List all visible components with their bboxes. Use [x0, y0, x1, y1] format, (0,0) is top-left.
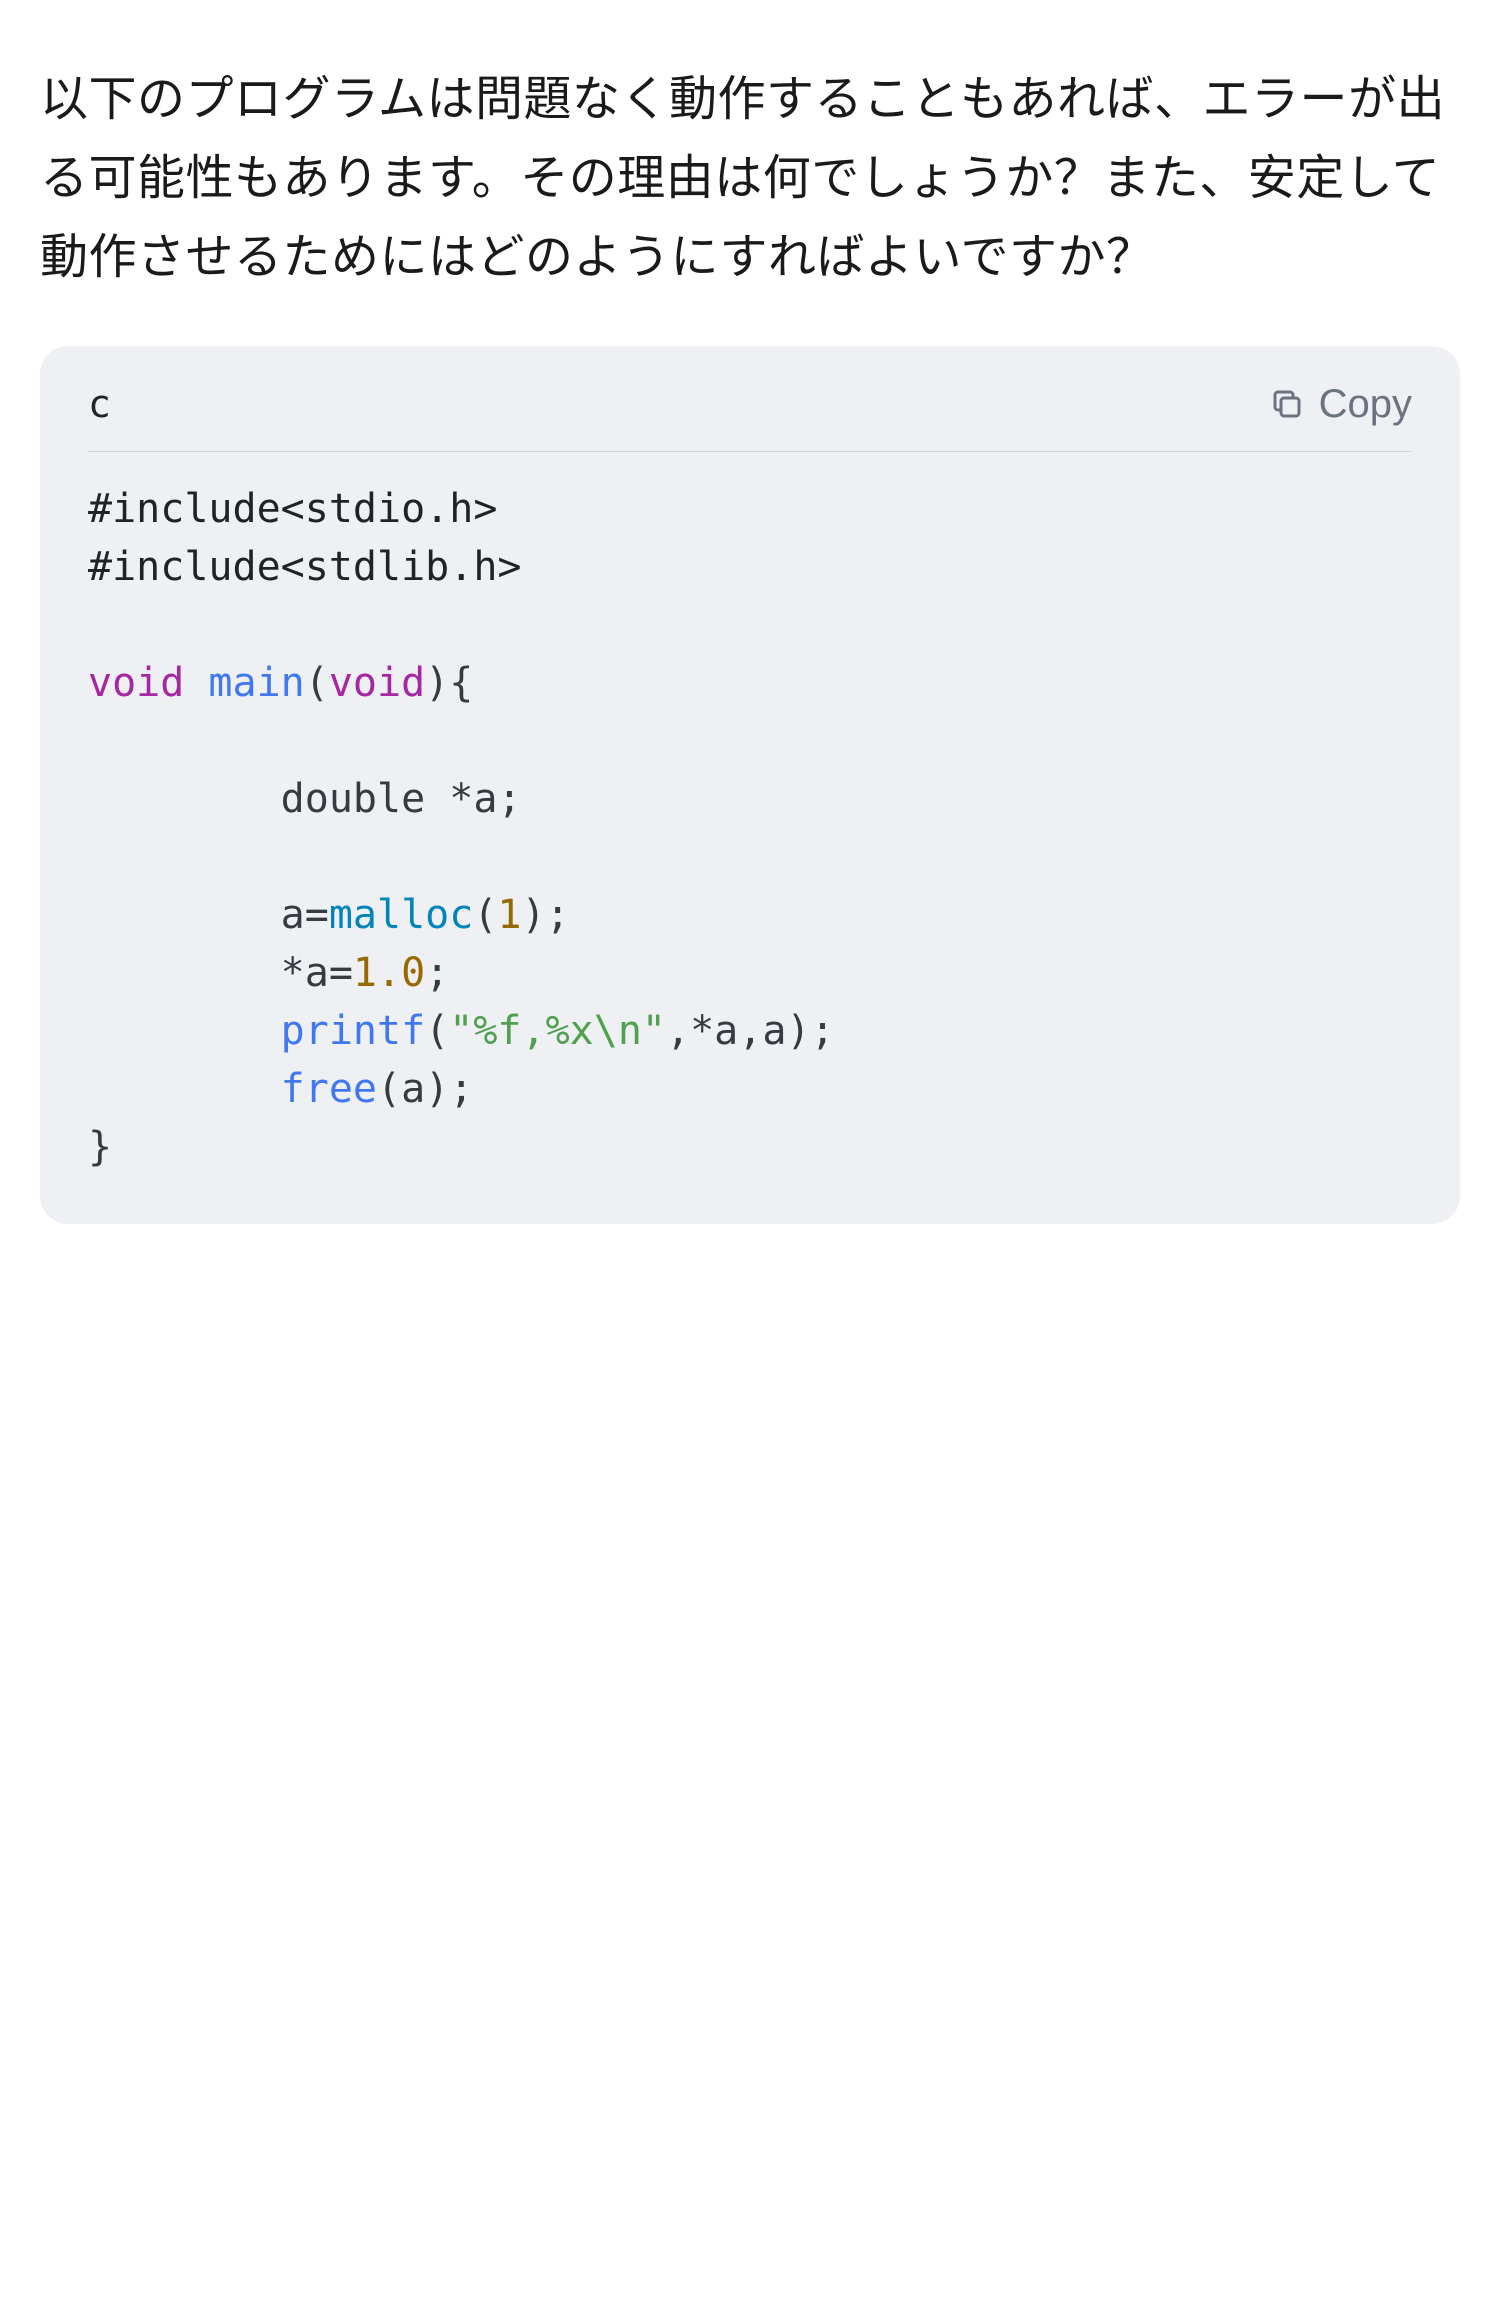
code-token: double *a; [88, 776, 521, 822]
code-token: 1.0 [353, 950, 425, 996]
code-token [88, 1008, 281, 1054]
copy-icon [1269, 386, 1305, 422]
code-token: ; [425, 950, 449, 996]
code-language-label: c [88, 382, 111, 426]
code-token: printf [281, 1008, 426, 1054]
code-token: (a); [377, 1066, 473, 1112]
code-token: ( [425, 1008, 449, 1054]
code-token: #include<stdio.h> [88, 486, 497, 532]
code-token: free [281, 1066, 377, 1112]
code-token: malloc [329, 892, 474, 938]
code-token: #include<stdlib.h> [88, 544, 521, 590]
code-token: *a= [281, 950, 353, 996]
code-token: ,*a,a); [666, 1008, 835, 1054]
code-token: void [329, 660, 425, 706]
code-token: void [88, 660, 184, 706]
question-text: 以下のプログラムは問題なく動作することもあれば、エラーが出る可能性もあります。そ… [40, 60, 1460, 298]
copy-label: Copy [1319, 382, 1412, 427]
code-token [88, 950, 281, 996]
code-token: ); [522, 892, 570, 938]
code-token: main [208, 660, 304, 706]
page: 以下のプログラムは問題なく動作することもあれば、エラーが出る可能性もあります。そ… [0, 0, 1500, 2312]
code-token: "%f,%x\n" [449, 1008, 666, 1054]
code-token: ( [305, 660, 329, 706]
code-body: #include<stdio.h> #include<stdlib.h> voi… [40, 452, 1460, 1224]
code-token: 1 [497, 892, 521, 938]
code-token: } [88, 1124, 112, 1170]
code-token: ( [473, 892, 497, 938]
code-block: c Copy #include<stdio.h> #include<stdlib… [40, 346, 1460, 1224]
code-token: ){ [425, 660, 473, 706]
code-token: a= [281, 892, 329, 938]
code-token [88, 1066, 281, 1112]
copy-button[interactable]: Copy [1269, 382, 1412, 427]
code-token [88, 892, 281, 938]
code-header: c Copy [40, 346, 1460, 451]
